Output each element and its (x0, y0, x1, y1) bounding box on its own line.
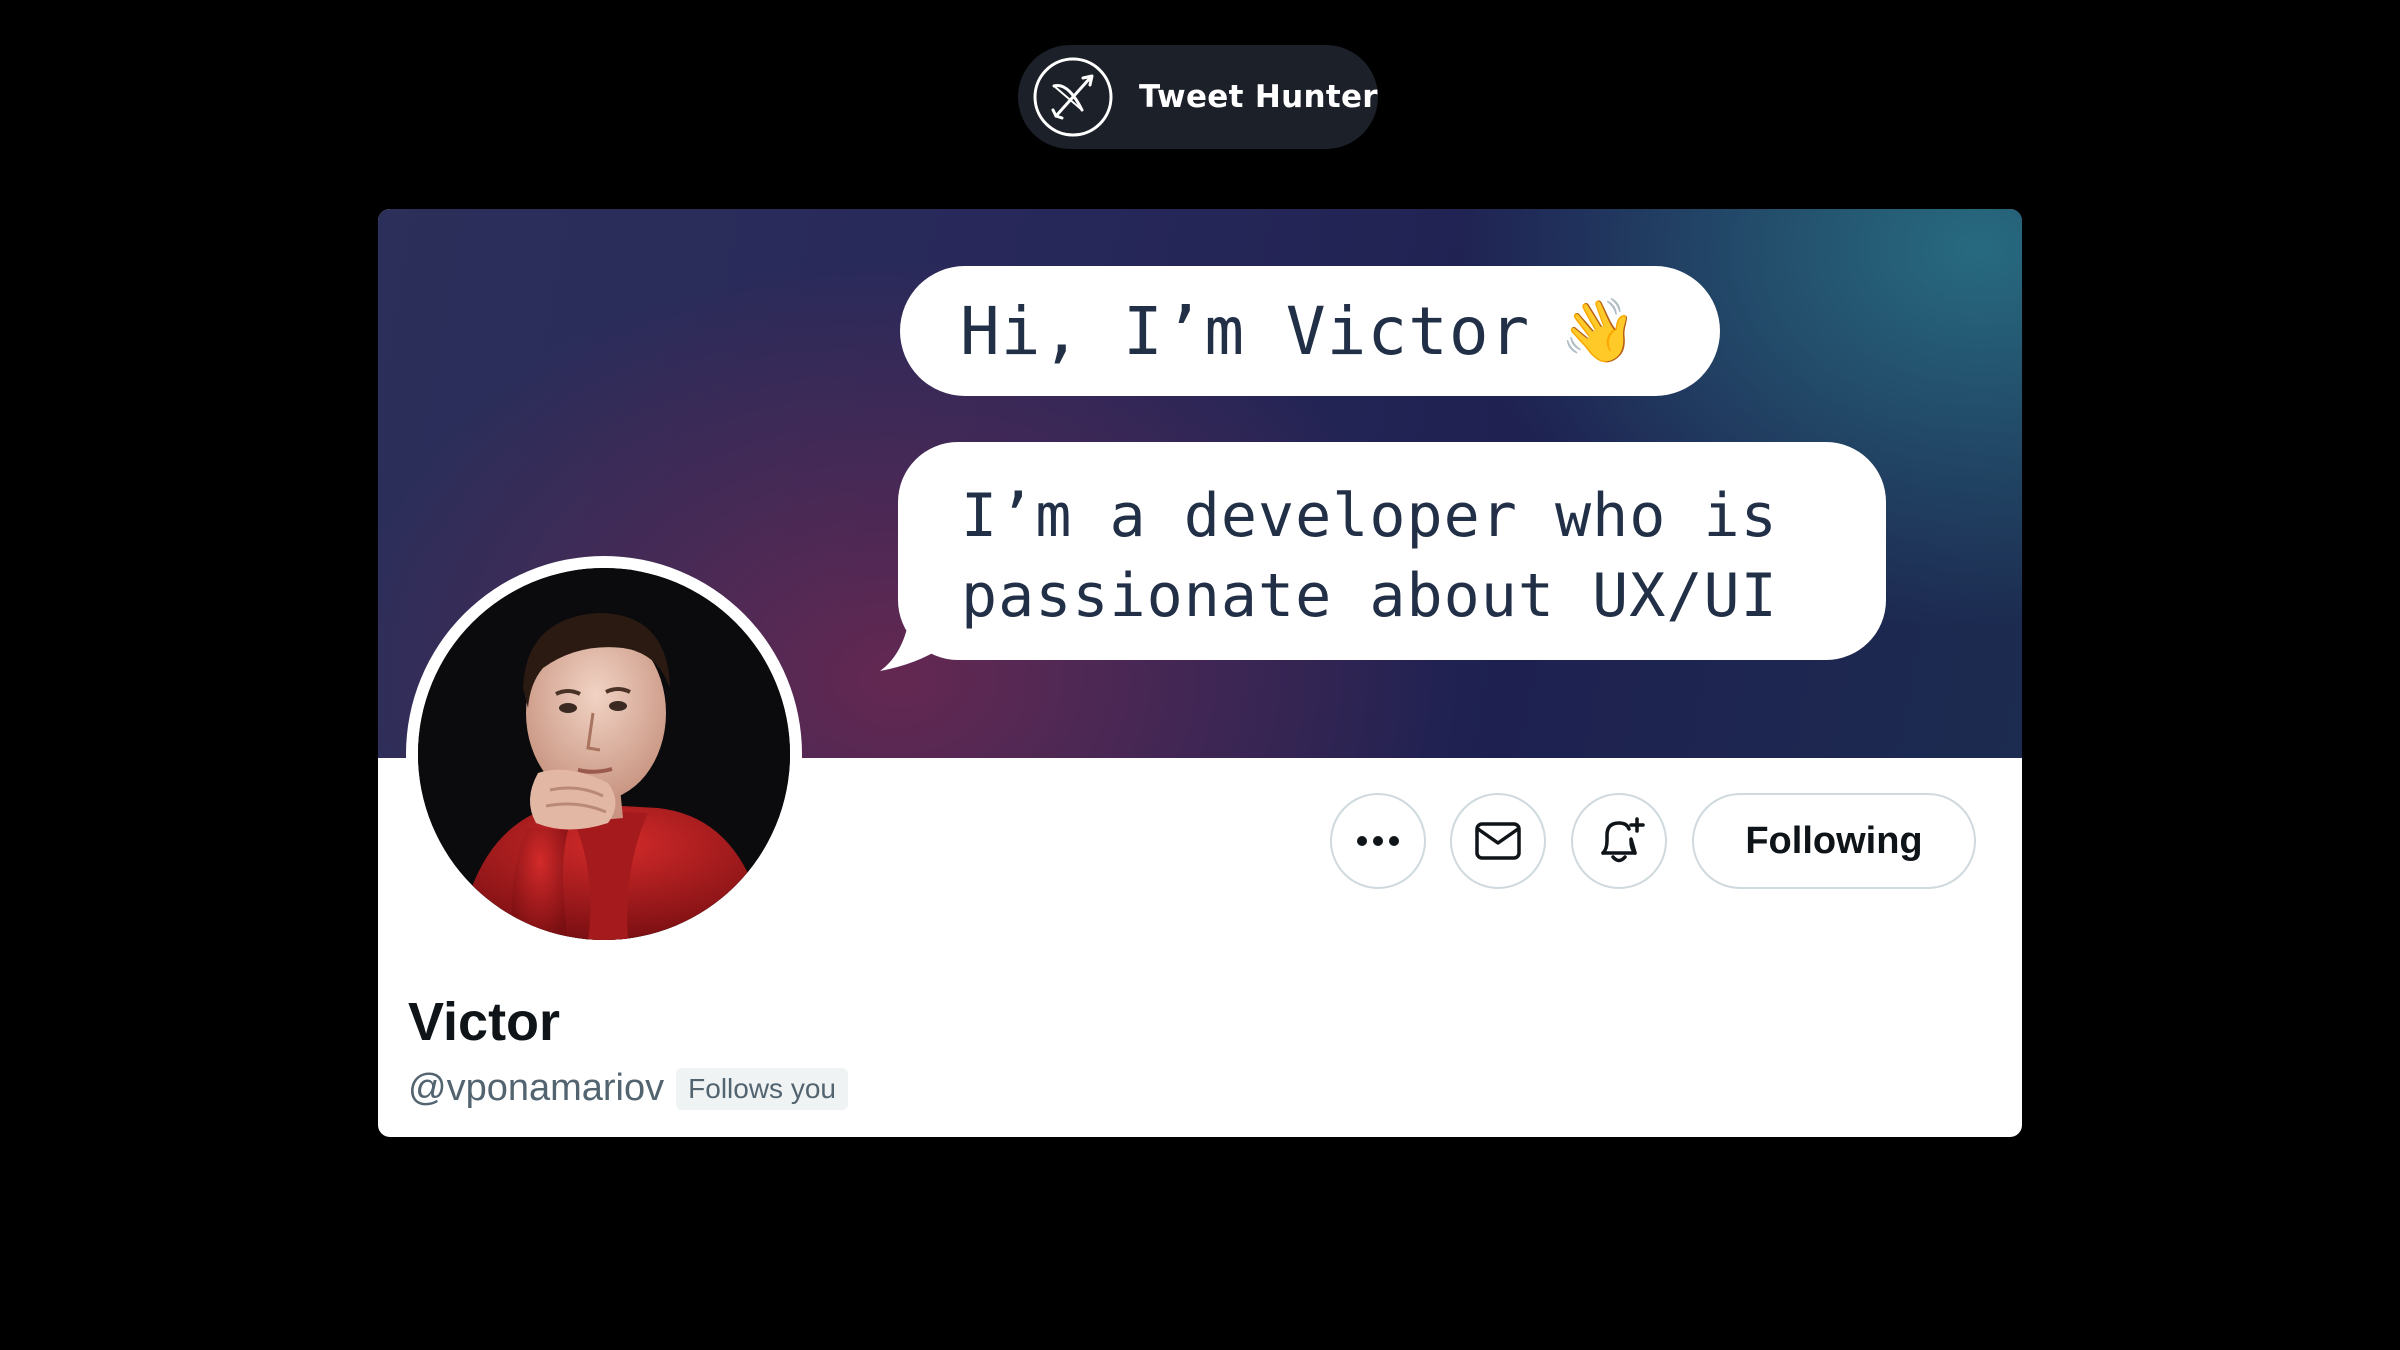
portrait-image (418, 568, 790, 940)
handle-row: @vponamariov Follows you (408, 1067, 848, 1110)
more-dots-icon (1357, 836, 1399, 846)
follows-you-badge: Follows you (676, 1067, 848, 1110)
message-button[interactable] (1450, 793, 1546, 889)
greeting-text: Hi, I’m Victor (960, 292, 1531, 370)
bow-and-arrow-icon (1033, 57, 1113, 137)
brand-pill: Tweet Hunter (1018, 45, 1378, 149)
bell-plus-icon (1601, 817, 1645, 863)
profile-card: Hi, I’m Victor 👋 I’m a developer who is … (378, 209, 2022, 1137)
brand-name: Tweet Hunter (1139, 79, 1378, 115)
avatar[interactable] (406, 556, 802, 952)
avatar-photo (418, 568, 790, 940)
tagline-bubble: I’m a developer who is passionate about … (898, 442, 1886, 660)
display-name: Victor (408, 992, 561, 1052)
notifications-button[interactable] (1571, 793, 1667, 889)
greeting-bubble: Hi, I’m Victor 👋 (900, 266, 1720, 396)
following-button[interactable]: Following (1692, 793, 1976, 889)
user-handle: @vponamariov (408, 1067, 665, 1109)
tagline-line-2: passionate about UX/UI (961, 561, 1778, 631)
more-options-button[interactable] (1330, 793, 1426, 889)
waving-hand-icon: 👋 (1560, 294, 1639, 367)
envelope-icon (1475, 822, 1521, 860)
tagline-line-1: I’m a developer who is (961, 481, 1778, 551)
